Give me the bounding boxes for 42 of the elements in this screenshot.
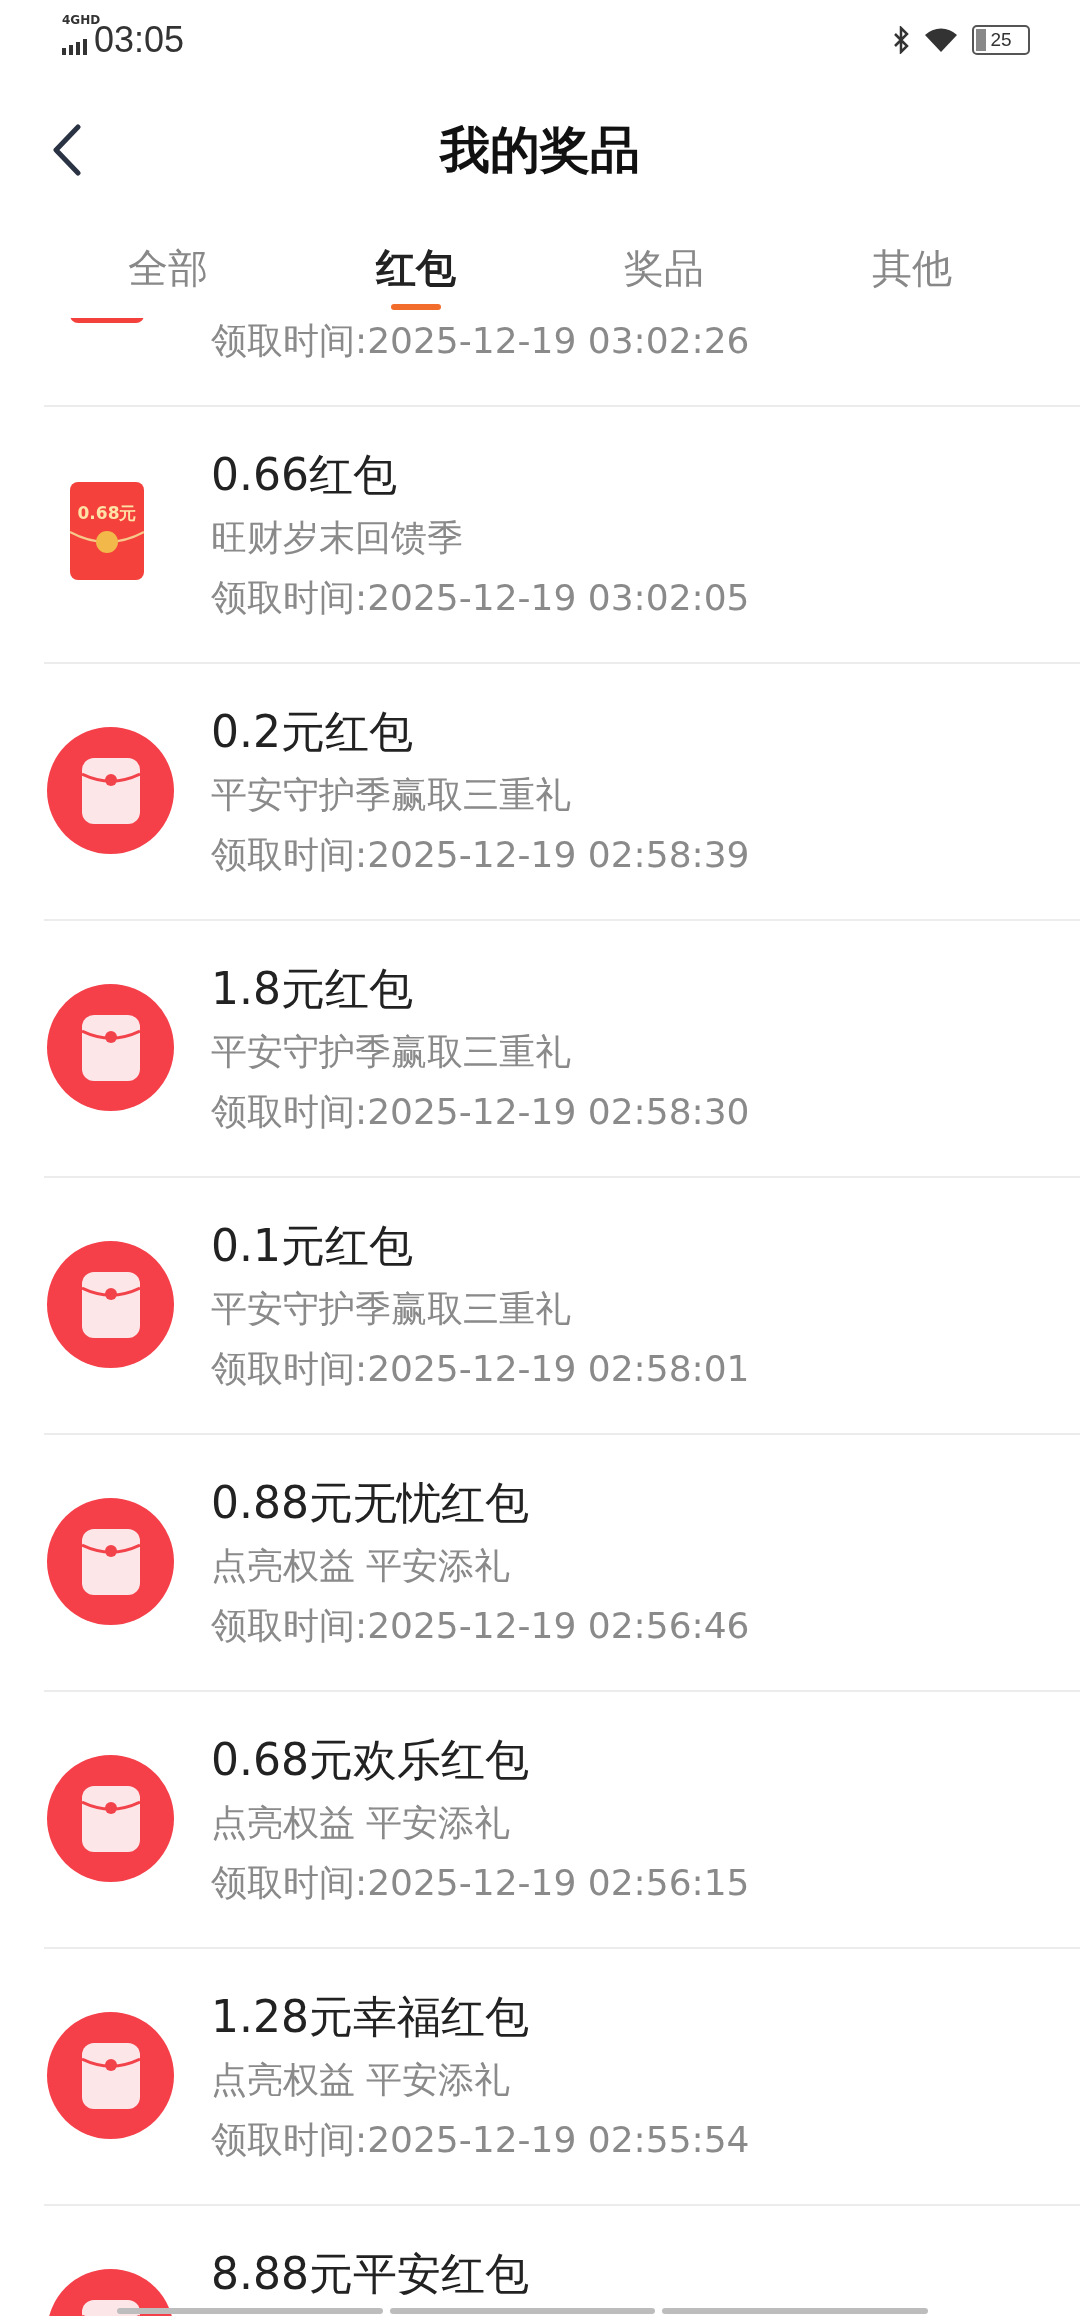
- claim-time: 领取时间:2025-12-19 02:58:01: [211, 1347, 750, 1391]
- claim-time: 领取时间:2025-12-19 03:02:26: [211, 319, 750, 363]
- prize-title: 0.1元红包: [211, 1219, 414, 1273]
- page-title: 我的奖品: [440, 119, 640, 181]
- prize-campaign: 旺财岁末回馈季: [211, 516, 464, 560]
- back-icon[interactable]: [52, 124, 82, 176]
- prize-title: 0.88元无忧红包: [211, 1476, 530, 1530]
- bluetooth-icon: [892, 26, 910, 54]
- prize-row[interactable]: 0.1元红包 平安守护季赢取三重礼 领取时间:2025-12-19 02:58:01: [44, 1178, 1080, 1435]
- tab[interactable]: 其他: [872, 240, 952, 296]
- tab[interactable]: 红包: [376, 240, 456, 296]
- claim-time: 领取时间:2025-12-19 02:56:46: [211, 1604, 750, 1648]
- claim-time: 领取时间:2025-12-19 02:55:54: [211, 2118, 750, 2162]
- prize-title: 1.28元幸福红包: [211, 1990, 530, 2044]
- tab[interactable]: 全部: [128, 240, 208, 296]
- claim-time: 领取时间:2025-12-19 03:02:05: [211, 576, 750, 620]
- prize-title: 1.8元红包: [211, 962, 414, 1016]
- envelope-amount: 0.68元: [77, 502, 137, 525]
- claim-time: 领取时间:2025-12-19 02:58:30: [211, 1090, 750, 1134]
- battery-icon: 25: [972, 25, 1030, 55]
- prize-title: 0.2元红包: [211, 705, 414, 759]
- tab-indicator: [391, 304, 441, 310]
- prize-campaign: 平安守护季赢取三重礼: [211, 773, 572, 817]
- prize-campaign: 点亮权益 平安添礼: [211, 2058, 512, 2102]
- prize-campaign: 点亮权益 平安添礼: [211, 1544, 512, 1588]
- prize-title: 0.68元欢乐红包: [211, 1733, 530, 1787]
- prize-campaign: 点亮权益 平安添礼: [211, 1801, 512, 1845]
- signal-icon: [62, 39, 88, 55]
- claim-time: 领取时间:2025-12-19 02:58:39: [211, 833, 750, 877]
- prize-row[interactable]: 0.68元欢乐红包 点亮权益 平安添礼 领取时间:2025-12-19 02:56:15: [44, 1692, 1080, 1949]
- prize-title: 8.88元平安红包: [211, 2247, 529, 2301]
- prize-campaign: 平安守护季赢取三重礼: [211, 1287, 572, 1331]
- prize-row[interactable]: 0.2元红包 平安守护季赢取三重礼 领取时间:2025-12-19 02:58:39: [44, 664, 1080, 921]
- prize-row[interactable]: 0.68元 0.66红包 旺财岁末回馈季 领取时间:2025-12-19 03:02:05: [44, 407, 1080, 664]
- prize-row[interactable]: 1.8元红包 平安守护季赢取三重礼 领取时间:2025-12-19 02:58:30: [44, 921, 1080, 1178]
- claim-time: 领取时间:2025-12-19 02:56:15: [211, 1861, 750, 1905]
- prize-row[interactable]: 0.88元无忧红包 点亮权益 平安添礼 领取时间:2025-12-19 02:56:46: [44, 1435, 1080, 1692]
- wifi-icon: [924, 27, 958, 53]
- prize-campaign: 平安守护季赢取三重礼: [211, 1030, 572, 1074]
- prize-title: 0.66红包: [211, 448, 398, 502]
- tab[interactable]: 奖品: [624, 240, 704, 296]
- prize-row[interactable]: 1.28元幸福红包 点亮权益 平安添礼 领取时间:2025-12-19 02:55:54: [44, 1949, 1080, 2206]
